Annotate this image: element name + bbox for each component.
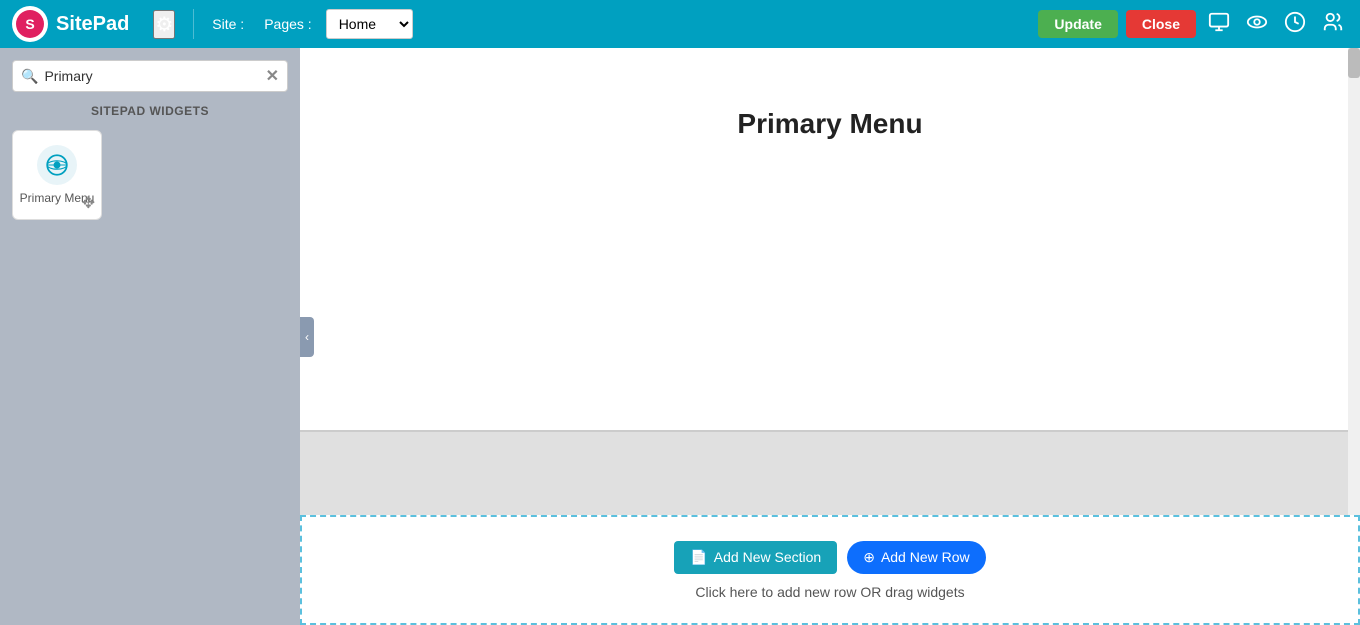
widget-grid: Primary Menu ✥	[12, 130, 288, 220]
add-row-label: Add New Row	[881, 549, 970, 565]
search-input[interactable]	[44, 68, 259, 84]
add-section-doc-icon: 📄	[690, 549, 707, 566]
canvas-spacer	[300, 180, 1360, 430]
logo-icon: S	[12, 6, 48, 42]
logo-inner: S	[16, 10, 44, 38]
scrollbar-thumb	[1348, 48, 1360, 78]
site-label: Site :	[212, 16, 244, 32]
users-icon	[1322, 11, 1344, 33]
close-button[interactable]: Close	[1126, 10, 1196, 38]
pages-select[interactable]: Home About Contact	[326, 9, 413, 39]
history-icon	[1284, 11, 1306, 33]
gear-button[interactable]: ⚙	[153, 10, 175, 39]
eye-icon	[1246, 11, 1268, 33]
primary-menu-title: Primary Menu	[300, 48, 1360, 180]
logo-text: SitePad	[56, 13, 129, 36]
widget-primary-menu[interactable]: Primary Menu ✥	[12, 130, 102, 220]
search-clear-button[interactable]: ✕	[266, 66, 279, 86]
pages-label: Pages :	[264, 16, 311, 32]
header: S SitePad ⚙ Site : Pages : Home About Co…	[0, 0, 1360, 48]
widgets-section-label: SITEPAD WIDGETS	[12, 104, 288, 118]
move-cursor-icon: ✥	[82, 193, 95, 213]
primary-menu-svg	[43, 151, 71, 179]
add-hint-text: Click here to add new row OR drag widget…	[695, 584, 964, 600]
layout: 🔍 ✕ SITEPAD WIDGETS Primary Menu ✥	[0, 48, 1360, 625]
logo-letter: S	[25, 16, 34, 32]
primary-menu-icon	[37, 145, 77, 185]
page-canvas[interactable]: Primary Menu	[300, 48, 1360, 432]
main-content: Primary Menu 📄 Add New Section	[300, 48, 1360, 625]
section-divider	[300, 430, 1360, 432]
add-section-area[interactable]: 📄 Add New Section ⊕ Add New Row Click he…	[300, 515, 1360, 625]
add-row-plus-icon: ⊕	[863, 549, 875, 566]
sidebar-collapse-button[interactable]: ‹	[300, 317, 314, 357]
monitor-icon	[1208, 11, 1230, 33]
history-button[interactable]	[1280, 9, 1310, 40]
add-section-buttons: 📄 Add New Section ⊕ Add New Row	[674, 541, 985, 574]
right-scrollbar[interactable]	[1348, 48, 1360, 515]
add-section-label: Add New Section	[714, 549, 821, 565]
collapse-chevron: ‹	[305, 330, 309, 344]
monitor-button[interactable]	[1204, 9, 1234, 40]
main-wrapper: Primary Menu 📄 Add New Section	[300, 48, 1360, 625]
update-button[interactable]: Update	[1038, 10, 1117, 38]
logo: S SitePad	[12, 6, 129, 42]
add-new-section-button[interactable]: 📄 Add New Section	[674, 541, 837, 574]
preview-button[interactable]	[1242, 9, 1272, 40]
users-button[interactable]	[1318, 9, 1348, 40]
search-box: 🔍 ✕	[12, 60, 288, 92]
sidebar: 🔍 ✕ SITEPAD WIDGETS Primary Menu ✥	[0, 48, 300, 625]
canvas-wrapper: Primary Menu	[300, 48, 1360, 515]
header-divider	[193, 9, 194, 39]
search-icon: 🔍	[21, 68, 38, 85]
add-new-row-button[interactable]: ⊕ Add New Row	[847, 541, 985, 574]
header-right: Update Close	[1038, 9, 1348, 40]
